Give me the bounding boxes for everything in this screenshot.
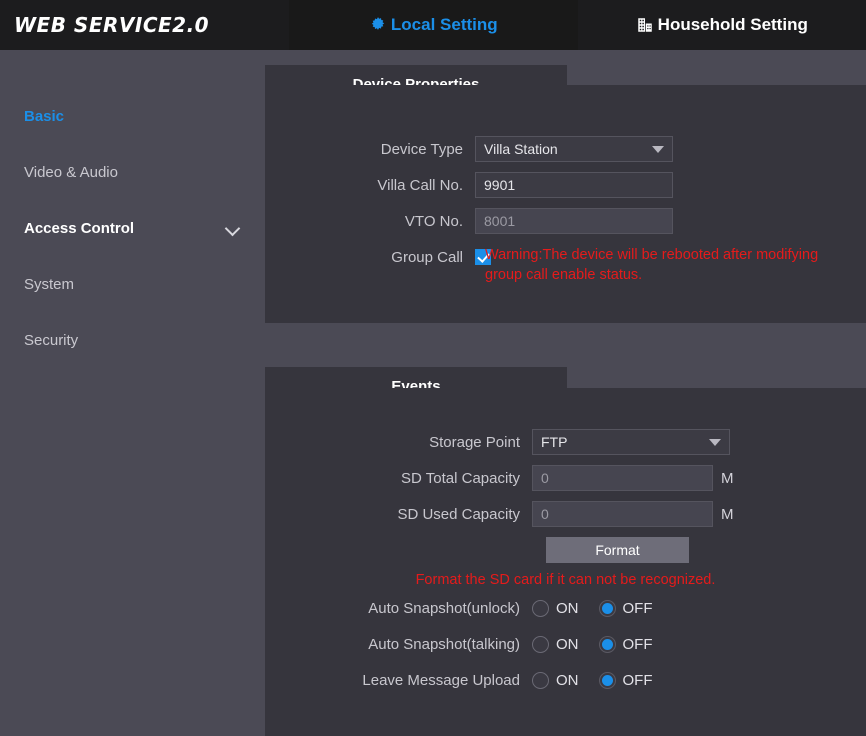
- auto-snapshot-unlock-radio-on[interactable]: [532, 599, 549, 617]
- row-auto-snapshot-talking: Auto Snapshot(talking) ON OFF: [265, 626, 866, 662]
- tab-local-setting[interactable]: Local Setting: [289, 0, 578, 50]
- villa-call-no-value: 9901: [484, 177, 516, 193]
- tab-local-setting-label: Local Setting: [390, 15, 498, 34]
- row-storage-point: Storage Point FTP: [265, 424, 866, 460]
- group-call-label: Group Call: [391, 248, 463, 266]
- device-type-value: Villa Station: [484, 141, 558, 157]
- storage-point-label: Storage Point: [429, 433, 520, 451]
- vto-no-input: 8001: [475, 208, 673, 234]
- row-auto-snapshot-unlock: Auto Snapshot(unlock) ON OFF: [265, 590, 866, 626]
- auto-snapshot-unlock-label: Auto Snapshot(unlock): [368, 599, 520, 617]
- storage-point-value: FTP: [541, 434, 568, 450]
- format-hint: Format the SD card if it can not be reco…: [265, 572, 866, 588]
- format-hint-text: Format the SD card if it can not be reco…: [415, 572, 716, 588]
- building-icon: [636, 16, 654, 34]
- chevron-down-icon: [709, 439, 721, 446]
- leave-message-upload-radio-group: ON OFF: [532, 671, 653, 689]
- row-villa-call-no: Villa Call No. 9901: [265, 167, 866, 203]
- sidebar-item-video-audio[interactable]: Video & Audio: [0, 144, 265, 200]
- sidebar-item-access-control-label: Access Control: [24, 219, 135, 237]
- row-sd-total-capacity: SD Total Capacity 0 M: [265, 460, 866, 496]
- leave-message-upload-radio-off[interactable]: [598, 671, 616, 689]
- sidebar: Basic Video & Audio Access Control Syste…: [0, 50, 265, 736]
- format-button[interactable]: Format: [546, 537, 689, 563]
- auto-snapshot-talking-label: Auto Snapshot(talking): [368, 635, 520, 653]
- top-header: WEB SERVICE2.0 Local Setting Household S…: [0, 0, 866, 50]
- row-sd-used-capacity: SD Used Capacity 0 M: [265, 496, 866, 532]
- sidebar-item-video-audio-label: Video & Audio: [24, 163, 118, 181]
- group-call-warning-text: Warning:The device will be rebooted afte…: [485, 247, 819, 283]
- group-call-warning: Warning:The device will be rebooted afte…: [485, 245, 855, 285]
- sd-total-capacity-input: 0: [532, 465, 713, 491]
- row-leave-message-upload: Leave Message Upload ON OFF: [265, 662, 866, 698]
- leave-message-upload-off-label: OFF: [622, 671, 653, 689]
- sd-total-capacity-unit: M: [721, 469, 734, 487]
- auto-snapshot-talking-radio-group: ON OFF: [532, 635, 653, 653]
- auto-snapshot-unlock-radio-group: ON OFF: [532, 599, 653, 617]
- villa-call-no-label: Villa Call No.: [377, 176, 463, 194]
- sidebar-item-security[interactable]: Security: [0, 312, 265, 368]
- app-root: WEB SERVICE2.0 Local Setting Household S…: [0, 0, 866, 736]
- auto-snapshot-talking-radio-off[interactable]: [598, 635, 616, 653]
- device-type-label: Device Type: [380, 140, 463, 158]
- sd-used-capacity-value: 0: [541, 506, 549, 522]
- sd-total-capacity-value: 0: [541, 470, 549, 486]
- storage-point-select[interactable]: FTP: [532, 429, 730, 455]
- sd-used-capacity-unit: M: [721, 505, 734, 523]
- sd-total-capacity-label: SD Total Capacity: [401, 469, 520, 487]
- sidebar-item-security-label: Security: [24, 331, 79, 349]
- chevron-down-icon: [225, 220, 241, 236]
- gear-icon: [369, 16, 387, 34]
- tab-household-setting-label: Household Setting: [657, 15, 808, 34]
- auto-snapshot-unlock-off-label: OFF: [622, 599, 653, 617]
- sidebar-item-access-control[interactable]: Access Control: [0, 200, 265, 256]
- leave-message-upload-label: Leave Message Upload: [362, 671, 520, 689]
- auto-snapshot-talking-on-label: ON: [556, 635, 579, 653]
- row-device-type: Device Type Villa Station: [265, 131, 866, 167]
- sd-used-capacity-label: SD Used Capacity: [397, 505, 520, 523]
- sd-used-capacity-input: 0: [532, 501, 713, 527]
- brand-text: WEB SERVICE2.0: [14, 13, 210, 37]
- auto-snapshot-talking-off-label: OFF: [622, 635, 653, 653]
- vto-no-value: 8001: [484, 213, 516, 229]
- events-panel: Storage Point FTP SD Total Capacity 0 M …: [265, 388, 866, 736]
- leave-message-upload-on-label: ON: [556, 671, 579, 689]
- sidebar-item-basic[interactable]: Basic: [0, 88, 265, 144]
- tab-household-setting[interactable]: Household Setting: [578, 0, 866, 50]
- row-vto-no: VTO No. 8001: [265, 203, 866, 239]
- device-type-select[interactable]: Villa Station: [475, 136, 673, 162]
- sidebar-item-system[interactable]: System: [0, 256, 265, 312]
- chevron-down-icon: [652, 146, 664, 153]
- leave-message-upload-radio-on[interactable]: [532, 671, 549, 689]
- vto-no-label: VTO No.: [404, 212, 463, 230]
- device-properties-panel: Device Type Villa Station Villa Call No.…: [265, 85, 866, 323]
- app-logo: WEB SERVICE2.0: [0, 0, 290, 50]
- sidebar-item-basic-label: Basic: [24, 107, 65, 125]
- row-format: Format: [265, 532, 866, 568]
- auto-snapshot-talking-radio-on[interactable]: [532, 635, 549, 653]
- auto-snapshot-unlock-radio-off[interactable]: [598, 599, 616, 617]
- sidebar-item-system-label: System: [24, 275, 75, 293]
- auto-snapshot-unlock-on-label: ON: [556, 599, 579, 617]
- villa-call-no-input[interactable]: 9901: [475, 172, 673, 198]
